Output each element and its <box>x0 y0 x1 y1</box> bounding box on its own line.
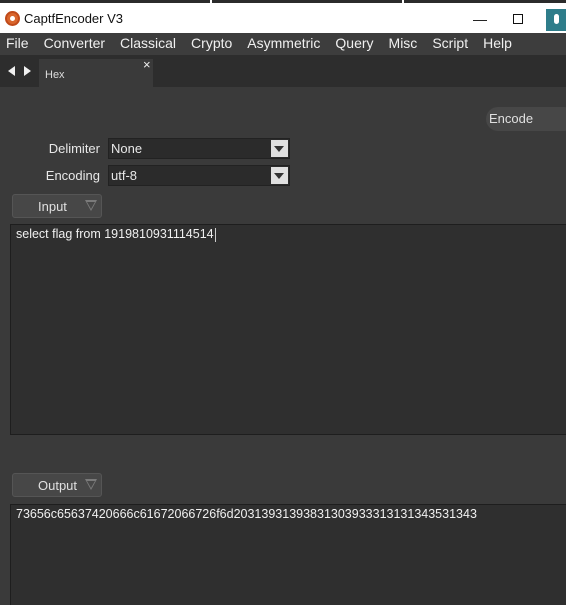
dropdown-triangle-icon <box>85 479 97 490</box>
input-text-value: select flag from 1919810931114514 <box>16 227 214 241</box>
menu-converter[interactable]: Converter <box>36 33 112 55</box>
output-textarea[interactable]: 73656c65637420666c61672066726f6d20313931… <box>10 504 566 605</box>
output-section-button[interactable]: Output <box>12 473 102 497</box>
menu-bar: File Converter Classical Crypto Asymmetr… <box>0 33 566 55</box>
close-tab-icon[interactable]: × <box>143 57 151 72</box>
encoding-value: utf-8 <box>111 168 138 183</box>
extension-icon[interactable] <box>546 9 566 31</box>
menu-help[interactable]: Help <box>476 33 520 55</box>
top-strip-segment <box>212 0 402 3</box>
delimiter-label: Delimiter <box>48 141 100 156</box>
minimize-button[interactable]: — <box>460 6 500 33</box>
window-title: CaptfEncoder V3 <box>24 11 124 26</box>
input-text: select flag from 1919810931114514 <box>16 227 216 242</box>
encoding-label: Encoding <box>45 168 100 183</box>
input-section-button[interactable]: Input <box>12 194 102 218</box>
microphone-icon <box>554 14 559 24</box>
menu-crypto[interactable]: Crypto <box>184 33 240 55</box>
tab-label: Hex <box>45 69 65 81</box>
encoding-select[interactable]: utf-8 <box>108 165 290 186</box>
output-text: 73656c65637420666c61672066726f6d20313931… <box>16 507 477 521</box>
captfencoder-logo-icon <box>5 11 20 26</box>
tab-bar: Hex × <box>0 55 566 87</box>
menu-script[interactable]: Script <box>425 33 476 55</box>
input-section-label: Input <box>38 199 67 214</box>
tab-hex[interactable]: Hex × <box>39 57 153 87</box>
top-strip-segment <box>404 0 566 3</box>
menu-query[interactable]: Query <box>328 33 381 55</box>
input-textarea[interactable]: select flag from 1919810931114514 <box>10 224 566 435</box>
chevron-down-icon[interactable] <box>271 140 288 157</box>
hex-panel: Encode Delimiter None Encoding utf-8 Inp… <box>0 87 566 605</box>
tab-scroll-left-icon[interactable] <box>8 66 15 76</box>
title-bar: CaptfEncoder V3 — <box>0 6 566 33</box>
chevron-down-icon[interactable] <box>271 167 288 184</box>
menu-asymmetric[interactable]: Asymmetric <box>240 33 328 55</box>
text-cursor <box>214 227 216 242</box>
maximize-button[interactable] <box>498 6 538 33</box>
encode-button[interactable]: Encode <box>486 107 566 131</box>
top-strip-segment <box>0 0 210 3</box>
dropdown-triangle-icon <box>85 200 97 211</box>
tab-scroll-right-icon[interactable] <box>24 66 31 76</box>
delimiter-value: None <box>111 141 143 156</box>
delimiter-select[interactable]: None <box>108 138 290 159</box>
menu-file[interactable]: File <box>0 33 36 55</box>
menu-misc[interactable]: Misc <box>381 33 425 55</box>
output-section-label: Output <box>38 478 78 493</box>
maximize-icon <box>513 14 523 25</box>
menu-classical[interactable]: Classical <box>113 33 184 55</box>
